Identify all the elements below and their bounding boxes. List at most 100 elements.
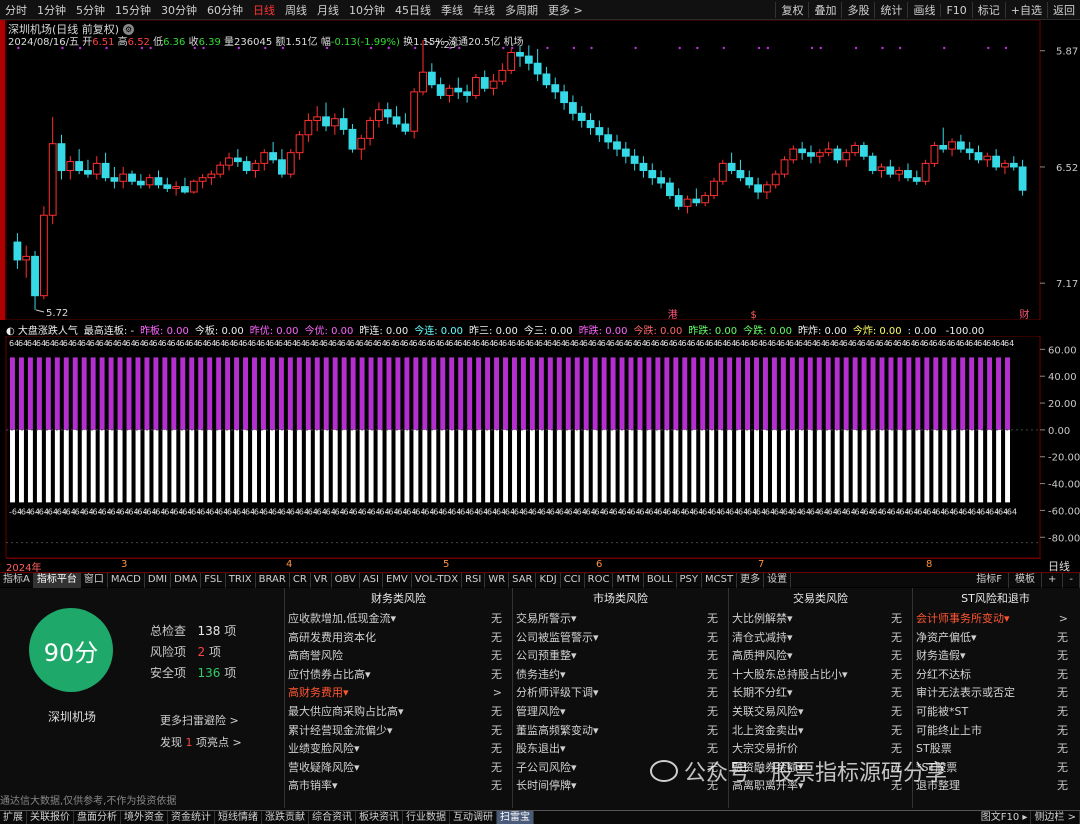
risk-item[interactable]: 可能被*ST 无 (913, 703, 1078, 722)
bottom-tab-1[interactable]: 关联报价 (27, 811, 74, 824)
tool-button-0[interactable]: 复权 (775, 2, 808, 18)
highlights-link[interactable]: 发现 1 项亮点 > (160, 734, 242, 750)
indicator-tab-25[interactable]: 更多 (737, 572, 765, 588)
right-tab-2[interactable]: + (1042, 572, 1064, 588)
risk-item[interactable]: 会计师事务所变动▾ > (913, 610, 1078, 629)
risk-item[interactable]: 高商誉风险 无 (285, 647, 512, 666)
risk-item[interactable]: 十大股东总持股占比小▾ 无 (729, 666, 912, 685)
timeframe-4[interactable]: 30分钟 (156, 2, 202, 18)
bottom-tab-5[interactable]: 短线情绪 (215, 811, 262, 824)
risk-item[interactable]: 累计经营现金流偏少▾ 无 (285, 722, 512, 741)
risk-item[interactable]: 公司预重整▾ 无 (513, 647, 728, 666)
risk-item[interactable]: 长期不分红▾ 无 (729, 684, 912, 703)
timeframe-13[interactable]: 多周期 (500, 2, 543, 18)
timeframe-14[interactable]: 更多 > (543, 2, 588, 18)
tool-button-2[interactable]: 多股 (841, 2, 874, 18)
indicator-tab-18[interactable]: KDJ (536, 572, 561, 588)
timeframe-7[interactable]: 周线 (280, 2, 312, 18)
risk-item[interactable]: 董监高频繁变动▾ 无 (513, 722, 728, 741)
risk-item[interactable]: 高质押风险▾ 无 (729, 647, 912, 666)
bottom-tab-11[interactable]: 扫雷宝 (497, 811, 534, 824)
indicator-tab-9[interactable]: CR (290, 572, 311, 588)
f10-button[interactable]: 图文F10 ▸ (978, 811, 1032, 824)
timeframe-1[interactable]: 1分钟 (32, 2, 71, 18)
tool-button-1[interactable]: 叠加 (808, 2, 841, 18)
indicator-tab-8[interactable]: BRAR (256, 572, 290, 588)
indicator-tab-0[interactable]: 指标A (0, 572, 34, 588)
risk-item[interactable]: 可能终止上市 无 (913, 722, 1078, 741)
indicator-tab-17[interactable]: SAR (509, 572, 537, 588)
timeframe-0[interactable]: 分时 (0, 2, 32, 18)
candlestick-chart[interactable]: 7.17 6.52 5.87 7.23 5.72 港 $ 财 (0, 20, 1080, 320)
bottom-tab-0[interactable]: 扩展 (0, 811, 27, 824)
event-marker[interactable]: $ (750, 310, 756, 320)
indicator-tab-13[interactable]: EMV (383, 572, 412, 588)
indicator-tab-7[interactable]: TRIX (226, 572, 256, 588)
indicator-tab-14[interactable]: VOL-TDX (412, 572, 463, 588)
timeframe-6[interactable]: 日线 (248, 2, 280, 18)
indicator-tab-24[interactable]: MCST (702, 572, 738, 588)
indicator-tab-22[interactable]: BOLL (644, 572, 677, 588)
indicator-tab-5[interactable]: DMA (171, 572, 202, 588)
indicator-name[interactable]: ◐ 大盘涨跌人气 (6, 326, 78, 336)
bottom-tab-6[interactable]: 涨跌贡献 (262, 811, 309, 824)
risk-item[interactable]: 清仓式减持▾ 无 (729, 629, 912, 648)
risk-item[interactable]: 营收疑降风险▾ 无 (285, 759, 512, 778)
bottom-tab-3[interactable]: 境外资金 (121, 811, 168, 824)
event-marker[interactable]: 财 (1019, 308, 1029, 320)
bottom-tab-4[interactable]: 资金统计 (168, 811, 215, 824)
indicator-tab-3[interactable]: MACD (108, 572, 145, 588)
risk-item[interactable]: 应收款增加,低现金流▾ 无 (285, 610, 512, 629)
indicator-tab-16[interactable]: WR (485, 572, 510, 588)
indicator-tab-12[interactable]: ASI (360, 572, 383, 588)
risk-item[interactable]: 债务违约▾ 无 (513, 666, 728, 685)
right-tab-0[interactable]: 指标F (970, 572, 1009, 588)
sidebar-button[interactable]: 侧边栏 > (1031, 811, 1080, 824)
indicator-tab-11[interactable]: OBV (332, 572, 360, 588)
indicator-tab-2[interactable]: 窗口 (81, 572, 108, 588)
more-risk-link[interactable]: 更多扫雷避险 > (160, 712, 239, 728)
tool-button-5[interactable]: F10 (940, 3, 971, 17)
tool-button-6[interactable]: 标记 (971, 2, 1005, 18)
risk-item[interactable]: 分红不达标 无 (913, 666, 1078, 685)
risk-item[interactable]: 大比例解禁▾ 无 (729, 610, 912, 629)
indicator-tab-1[interactable]: 指标平台 (33, 572, 81, 588)
risk-item[interactable]: 净资产偏低▾ 无 (913, 629, 1078, 648)
indicator-tab-10[interactable]: VR (311, 572, 332, 588)
right-tab-3[interactable]: - (1063, 572, 1080, 588)
tool-button-3[interactable]: 统计 (874, 2, 907, 18)
risk-item[interactable]: 最大供应商采购占比高▾ 无 (285, 703, 512, 722)
bottom-tab-2[interactable]: 盘面分析 (74, 811, 121, 824)
risk-item[interactable]: 高研发费用资本化 无 (285, 629, 512, 648)
risk-item[interactable]: 分析师评级下调▾ 无 (513, 684, 728, 703)
indicator-tab-26[interactable]: 设置 (764, 572, 792, 588)
risk-item[interactable]: 高财务费用▾ > (285, 684, 512, 703)
indicator-tab-19[interactable]: CCI (561, 572, 585, 588)
tool-button-4[interactable]: 画线 (907, 2, 940, 18)
indicator-chart[interactable]: 60.00 40.00 20.00 0.00 -20.00 -40.00 -60.00 -80… (0, 336, 1080, 558)
tool-button-8[interactable]: 返回 (1047, 2, 1080, 18)
risk-item[interactable]: 审计无法表示或否定 无 (913, 684, 1078, 703)
indicator-tab-23[interactable]: PSY (677, 572, 703, 588)
tool-button-7[interactable]: +自选 (1004, 2, 1047, 18)
indicator-tab-20[interactable]: ROC (585, 572, 614, 588)
indicator-tab-21[interactable]: MTM (613, 572, 644, 588)
risk-item[interactable]: 北上资金卖出▾ 无 (729, 722, 912, 741)
timeframe-3[interactable]: 15分钟 (110, 2, 156, 18)
bottom-tab-9[interactable]: 行业数据 (403, 811, 450, 824)
event-marker[interactable]: 港 (668, 309, 678, 320)
right-tab-1[interactable]: 模板 (1009, 572, 1042, 588)
indicator-tab-15[interactable]: RSI (462, 572, 486, 588)
risk-item[interactable]: 业绩变脸风险▾ 无 (285, 740, 512, 759)
timeframe-5[interactable]: 60分钟 (202, 2, 248, 18)
indicator-tab-4[interactable]: DMI (145, 572, 172, 588)
timeframe-12[interactable]: 年线 (468, 2, 500, 18)
bottom-tab-10[interactable]: 互动调研 (450, 811, 497, 824)
timeframe-8[interactable]: 月线 (312, 2, 344, 18)
bottom-tab-8[interactable]: 板块资讯 (356, 811, 403, 824)
risk-item[interactable]: 管理风险▾ 无 (513, 703, 728, 722)
risk-item[interactable]: 应付债券占比高▾ 无 (285, 666, 512, 685)
risk-item[interactable]: 公司被监管警示▾ 无 (513, 629, 728, 648)
risk-item[interactable]: 高市销率▾ 无 (285, 777, 512, 796)
timeframe-2[interactable]: 5分钟 (71, 2, 110, 18)
